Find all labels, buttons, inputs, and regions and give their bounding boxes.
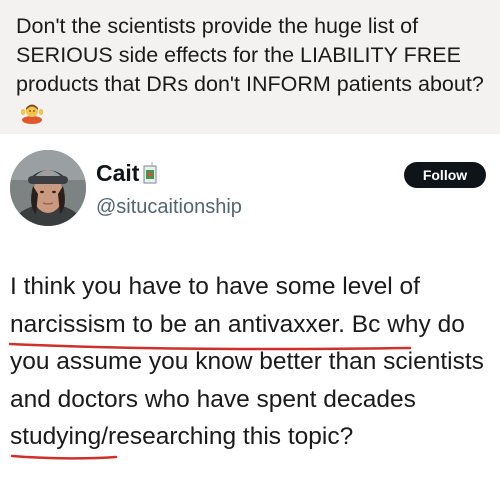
comment-post: Don't the scientists provide the huge li…	[0, 0, 500, 134]
tweet-text: I think you have to have some level of n…	[10, 273, 484, 450]
comment-text: Don't the scientists provide the huge li…	[16, 14, 484, 96]
red-underline-annotation	[10, 454, 118, 460]
profile-photo-image	[10, 150, 86, 226]
red-underline-annotation	[8, 342, 412, 351]
display-name[interactable]: Cait	[96, 160, 157, 187]
avatar[interactable]	[10, 150, 86, 226]
person-shrugging-emoji-icon	[21, 104, 43, 124]
juice-box-icon	[143, 162, 157, 184]
display-name-text: Cait	[96, 160, 140, 186]
follow-button[interactable]: Follow	[404, 162, 486, 188]
embedded-tweet: Cait @situcaitionship Follow I think you…	[0, 134, 500, 498]
comment-text-container: Don't the scientists provide the huge li…	[16, 12, 486, 128]
user-handle[interactable]: @situcaitionship	[96, 196, 242, 219]
